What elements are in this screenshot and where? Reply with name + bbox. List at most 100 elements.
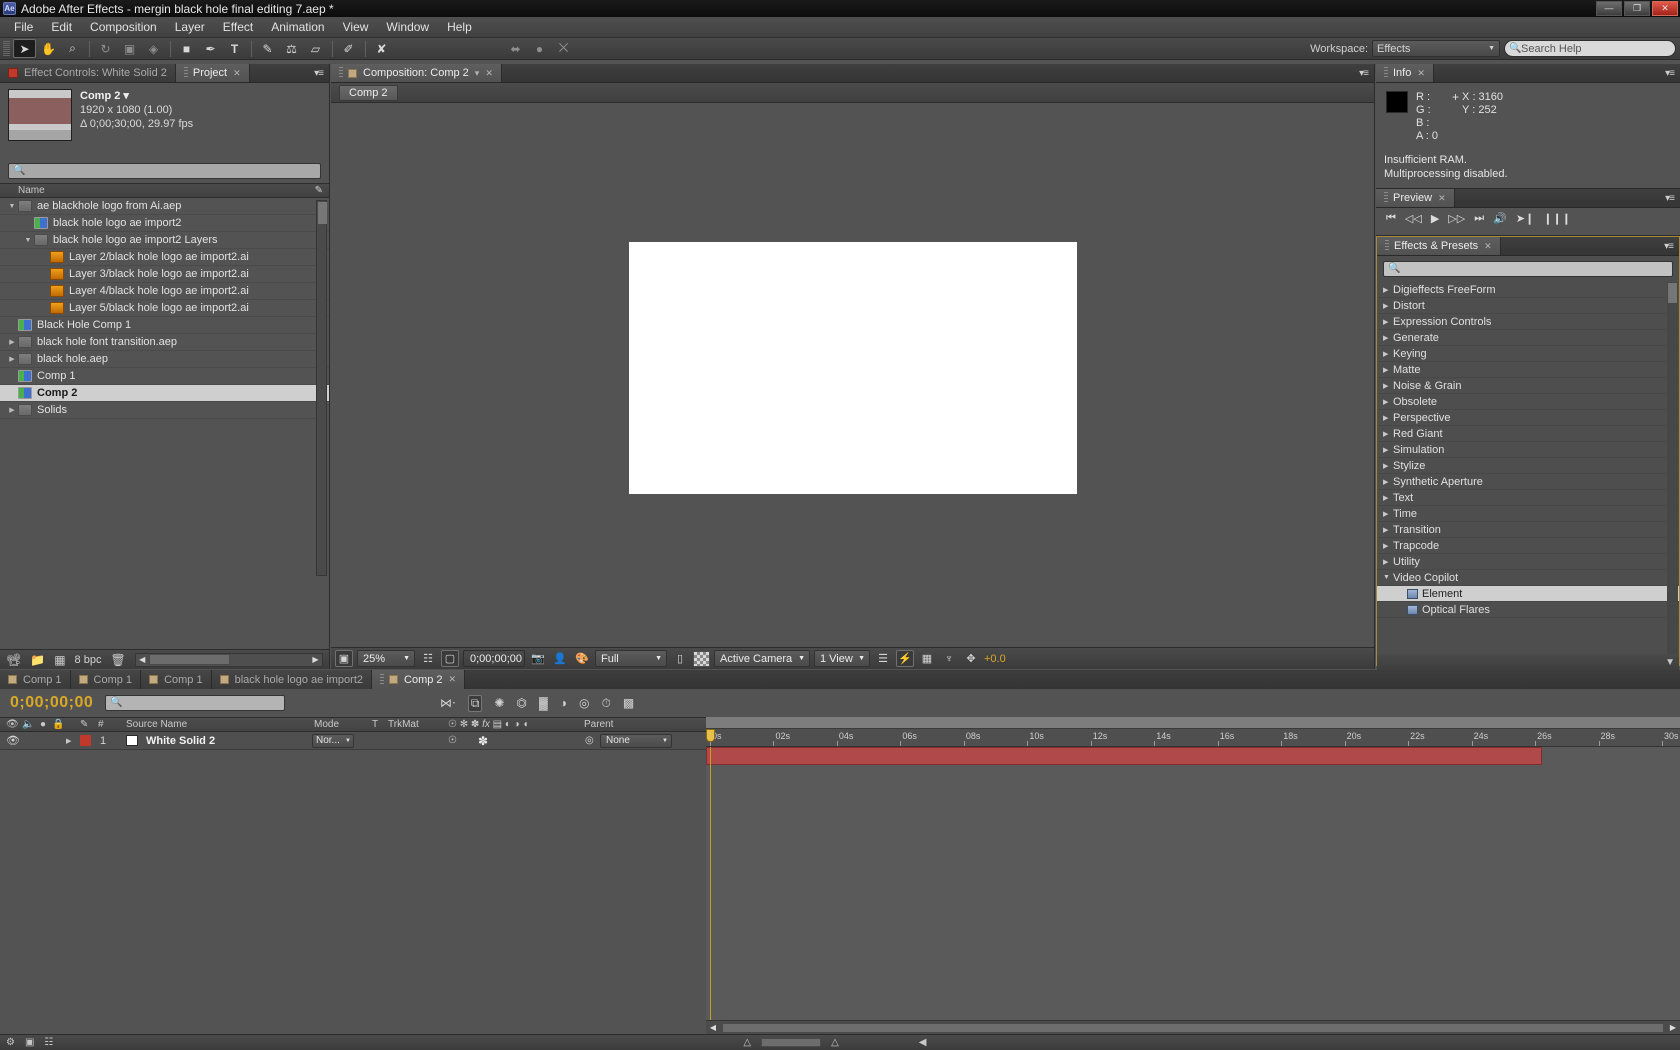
twirl-closed-icon[interactable]: ▶	[1383, 430, 1393, 438]
motion-blur-icon[interactable]: ▓	[539, 696, 548, 710]
list-item[interactable]: ▶ Synthetic Aperture	[1377, 474, 1679, 490]
tab-comp-1[interactable]: Comp 1	[0, 670, 71, 689]
type-tool-icon[interactable]: T	[223, 39, 246, 58]
twirl-closed-icon[interactable]: ▶	[1383, 510, 1393, 518]
region-of-interest-icon[interactable]: ☷	[419, 650, 437, 667]
twirl-closed-icon[interactable]: ▶	[1383, 382, 1393, 390]
list-item[interactable]: ▶ Perspective	[1377, 410, 1679, 426]
scroll-thumb[interactable]	[722, 1022, 1664, 1033]
close-icon[interactable]: ✕	[449, 674, 457, 685]
layer-switch-quality-icon[interactable]: ✽	[478, 734, 488, 748]
new-footage-icon[interactable]: 📽	[6, 653, 21, 667]
composition-viewer[interactable]	[331, 103, 1374, 633]
list-item[interactable]: ▶ Stylize	[1377, 458, 1679, 474]
timeline-current-time[interactable]: 0;00;00;00	[10, 694, 93, 712]
twirl-closed-icon[interactable]: ▶	[1383, 446, 1393, 454]
label-color-icon[interactable]: ✎	[315, 185, 323, 196]
scroll-down-icon[interactable]: ▼	[1665, 657, 1675, 668]
twirl-closed-icon[interactable]: ▶	[1383, 350, 1393, 358]
close-icon[interactable]: ✕	[1438, 193, 1446, 204]
next-frame-button[interactable]: ▷▷	[1448, 212, 1465, 225]
maximize-button[interactable]: ❐	[1624, 1, 1650, 16]
layer-visibility-icon[interactable]: 👁	[6, 734, 20, 747]
tab-black-hole-logo-ae-import2[interactable]: black hole logo ae import2	[211, 670, 373, 689]
close-icon[interactable]: ✕	[1484, 241, 1492, 252]
play-button[interactable]: ▶	[1431, 212, 1439, 225]
bit-depth-label[interactable]: 8 bpc	[75, 654, 102, 666]
exposure-value[interactable]: +0.0	[984, 653, 1006, 665]
zoom-out-icon[interactable]: △	[743, 1037, 751, 1048]
timeline-ruler[interactable]: 0s 02s 04s 06s 08s 10s 12s 14s 16s 18s 20s 22s 24s 26…	[706, 729, 1680, 747]
always-preview-icon[interactable]: ▣	[335, 650, 353, 667]
list-item[interactable]: ▶ Keying	[1377, 346, 1679, 362]
minimize-button[interactable]: —	[1596, 1, 1622, 16]
loop-button[interactable]: ❙❙❙	[1543, 212, 1571, 225]
puppet-pin-tool-icon[interactable]: ✘	[370, 39, 393, 58]
list-item[interactable]: Black Hole Comp 1	[0, 317, 329, 334]
eraser-tool-icon[interactable]: ▱	[304, 39, 327, 58]
close-icon[interactable]: ✕	[485, 68, 493, 79]
layer-twirl-icon[interactable]: ▶	[66, 737, 71, 745]
menu-composition[interactable]: Composition	[81, 18, 166, 36]
close-icon[interactable]: ✕	[233, 68, 241, 79]
project-item-tree[interactable]: ▼ ae blackhole logo from Ai.aep black hole…	[0, 198, 329, 578]
tab-project[interactable]: Project ✕	[175, 64, 250, 82]
hide-shy-icon[interactable]: ✺	[494, 696, 504, 710]
menu-view[interactable]: View	[334, 18, 378, 36]
breadcrumb[interactable]: Comp 2	[339, 84, 398, 101]
chevron-down-icon[interactable]: ▾	[475, 68, 480, 79]
tab-info[interactable]: Info ✕	[1376, 64, 1434, 82]
twirl-closed-icon[interactable]: ▶	[1383, 398, 1393, 406]
effects-search-input[interactable]: 🔍	[1383, 261, 1673, 277]
column-source-name-label[interactable]: Source Name	[126, 719, 187, 730]
menu-help[interactable]: Help	[438, 18, 481, 36]
timeline-icon[interactable]: ▦	[918, 650, 936, 667]
twirl-open-icon[interactable]: ▼	[1383, 574, 1393, 581]
footer-scroll-left-icon[interactable]: ◀	[919, 1037, 927, 1048]
region-toggle-icon[interactable]: ▯	[671, 650, 689, 667]
list-item[interactable]: ▶ Matte	[1377, 362, 1679, 378]
align-horizontal-icon[interactable]: ⬌	[504, 39, 527, 58]
current-time-field[interactable]: 0;00;00;00	[463, 650, 525, 667]
twirl-closed-icon[interactable]: ▶	[6, 355, 18, 363]
twirl-closed-icon[interactable]: ▶	[1383, 542, 1393, 550]
list-item[interactable]: ▼ ae blackhole logo from Ai.aep	[0, 198, 329, 215]
layer-duration-bar[interactable]	[706, 747, 1542, 765]
menu-animation[interactable]: Animation	[262, 18, 333, 36]
show-snapshot-icon[interactable]: 👤	[551, 650, 569, 667]
twirl-closed-icon[interactable]: ▶	[1383, 558, 1393, 566]
ram-preview-button[interactable]: ➤❙	[1516, 212, 1534, 225]
reset-exposure-icon[interactable]: ✥	[962, 650, 980, 667]
list-item[interactable]: Comp 2	[0, 385, 329, 402]
close-button[interactable]: ✕	[1652, 1, 1678, 16]
tab-comp-1[interactable]: Comp 1	[70, 670, 142, 689]
menu-effect[interactable]: Effect	[214, 18, 262, 36]
twirl-closed-icon[interactable]: ▶	[1383, 494, 1393, 502]
tab-effect-controls[interactable]: Effect Controls: White Solid 2	[0, 64, 176, 82]
twirl-closed-icon[interactable]: ▶	[6, 406, 18, 414]
new-comp-icon[interactable]: ▦	[54, 653, 65, 667]
twirl-closed-icon[interactable]: ▶	[1383, 526, 1393, 534]
scroll-left-icon[interactable]: ◀	[136, 655, 149, 664]
twirl-closed-icon[interactable]: ▶	[1383, 414, 1393, 422]
list-item[interactable]: ▶ Red Giant	[1377, 426, 1679, 442]
snap-dot-icon[interactable]: ●	[528, 39, 551, 58]
parent-pickwhip-icon[interactable]: ◎	[585, 735, 594, 746]
project-horizontal-scrollbar[interactable]: ◀ ▶	[134, 652, 323, 667]
effects-vertical-scrollbar[interactable]	[1667, 282, 1678, 654]
zoom-tool-icon[interactable]: ⌕	[61, 39, 84, 58]
scroll-right-icon[interactable]: ▶	[309, 655, 322, 664]
effects-list[interactable]: ▶ Digieffects FreeForm ▶ Distort ▶ Expression…	[1377, 282, 1679, 654]
list-item[interactable]: ▼ black hole logo ae import2 Layers	[0, 232, 329, 249]
view-layout-select[interactable]: 1 View ▼	[814, 650, 870, 667]
twirl-closed-icon[interactable]: ▶	[1383, 302, 1393, 310]
mask-path-icon[interactable]: ▢	[441, 650, 459, 667]
preview-panel-menu-button[interactable]: ▾≡	[1659, 189, 1680, 207]
layer-switch-transform-icon[interactable]: ☉	[448, 735, 457, 746]
info-panel-menu-button[interactable]: ▾≡	[1659, 64, 1680, 82]
resolution-select[interactable]: Full ▼	[595, 650, 667, 667]
list-item[interactable]: ▶ Solids	[0, 402, 329, 419]
column-mode-label[interactable]: Mode	[314, 719, 339, 730]
audio-button[interactable]: 🔊	[1493, 212, 1507, 225]
pan-behind-tool-icon[interactable]: ◈	[142, 39, 165, 58]
